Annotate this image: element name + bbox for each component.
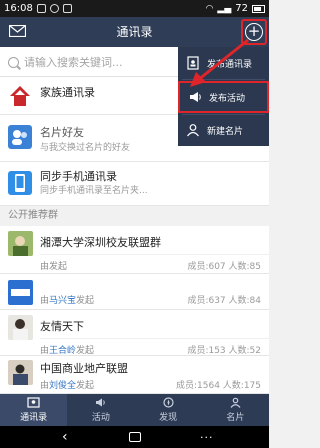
group-name: 湘潭大学深圳校友联盟群 [40, 236, 161, 249]
plus-icon: + [245, 23, 263, 41]
section-header: 公开推荐群 [0, 206, 269, 226]
image-icon [62, 4, 72, 13]
battery-icon [252, 4, 265, 13]
menu-item-publish-contacts[interactable]: 发布通讯录 [178, 47, 269, 79]
search-placeholder: 请输入搜索关键词... [24, 56, 123, 69]
tab-discover[interactable]: 发现 [135, 394, 202, 426]
status-time: 16:08 [4, 3, 33, 14]
status-bar: 16:08 ◠ ▂▄ 72 [0, 0, 269, 17]
home-icon[interactable] [129, 432, 141, 442]
tab-label: 活动 [91, 413, 110, 423]
tab-label: 通讯录 [20, 413, 48, 423]
signal-icon: ▂▄ [217, 3, 232, 14]
group-stats: 成员:637 人数:84 [187, 296, 261, 306]
tab-label: 名片 [226, 413, 245, 423]
tab-activity[interactable]: 活动 [67, 394, 134, 426]
group-creator: 由马兴宝发起 [40, 296, 95, 306]
group-item[interactable]: 友情天下 由王合岭发起 成员:153 人数:52 [0, 310, 269, 356]
megaphone-icon [190, 92, 201, 102]
person-icon [187, 124, 199, 137]
menu-item-label: 新建名片 [207, 126, 244, 137]
group-creator: 由王合岭发起 [40, 346, 95, 356]
list-item-title: 家族通讯录 [40, 86, 95, 99]
menu-item-new-card[interactable]: 新建名片 [178, 114, 269, 146]
group-item[interactable]: 由马兴宝发起 成员:637 人数:84 [0, 274, 269, 310]
group-avatar [8, 360, 33, 385]
group-stats: 成员:153 人数:52 [187, 346, 261, 356]
group-avatar [8, 315, 33, 340]
system-nav-bar: ‹ ··· [0, 426, 269, 448]
house-icon [10, 86, 30, 106]
back-icon[interactable]: ‹ [62, 430, 68, 444]
bottom-tab-bar: 通讯录 活动 发现 名片 [0, 394, 269, 426]
group-stats: 成员:1564 人数:175 [175, 381, 261, 391]
list-item-title: 同步手机通讯录 [40, 170, 117, 183]
search-icon [8, 56, 19, 68]
check-circle-icon [49, 4, 59, 13]
search-input[interactable]: 请输入搜索关键词... [8, 53, 178, 71]
group-stats: 成员:607 人数:85 [187, 262, 261, 272]
group-name: 中国商业地产联盟 [40, 362, 128, 375]
tab-contacts[interactable]: 通讯录 [0, 394, 68, 426]
notification-icon [36, 4, 46, 13]
divider [40, 338, 269, 339]
phone-sync-icon [8, 171, 32, 195]
menu-item-label: 发布通讯录 [207, 59, 253, 70]
group-item[interactable]: 中国商业地产联盟 由刘俊全发起 成员:1564 人数:175 [0, 356, 269, 394]
group-name: 友情天下 [40, 320, 84, 333]
tab-business-card[interactable]: 名片 [202, 394, 269, 426]
person-card-icon [230, 397, 241, 408]
add-button[interactable]: + [241, 19, 267, 45]
menu-item-publish-activity[interactable]: 发布活动 [178, 81, 269, 113]
group-item[interactable]: 湘潭大学深圳校友联盟群 由发起 成员:607 人数:85 [0, 226, 269, 274]
app-header: 通讯录 + [0, 17, 269, 47]
friends-icon [8, 125, 32, 149]
divider [40, 254, 269, 255]
wifi-icon: ◠ [205, 3, 214, 14]
list-item-title: 名片好友 [40, 126, 84, 139]
add-menu-popup: 发布通讯录 发布活动 新建名片 [178, 47, 269, 146]
tab-label: 发现 [159, 413, 178, 423]
contacts-icon [27, 397, 40, 408]
menu-dots-icon[interactable]: ··· [200, 432, 214, 443]
list-item-subtitle: 同步手机通讯录至名片夹... [40, 186, 148, 196]
list-item-subtitle: 与我交换过名片的好友 [40, 143, 131, 153]
group-avatar [8, 231, 33, 256]
contacts-book-icon [187, 56, 199, 70]
list-item-sync-contacts[interactable]: 同步手机通讯录 同步手机通讯录至名片夹... [0, 162, 269, 206]
group-avatar [8, 280, 33, 305]
divider [182, 79, 265, 80]
battery-level: 72 [235, 3, 248, 14]
group-creator: 由刘俊全发起 [40, 381, 95, 391]
page-title: 通讯录 [116, 25, 153, 39]
megaphone-icon [96, 398, 106, 407]
compass-icon [163, 397, 174, 408]
group-creator: 由发起 [40, 262, 68, 272]
menu-item-label: 发布活动 [209, 93, 246, 104]
